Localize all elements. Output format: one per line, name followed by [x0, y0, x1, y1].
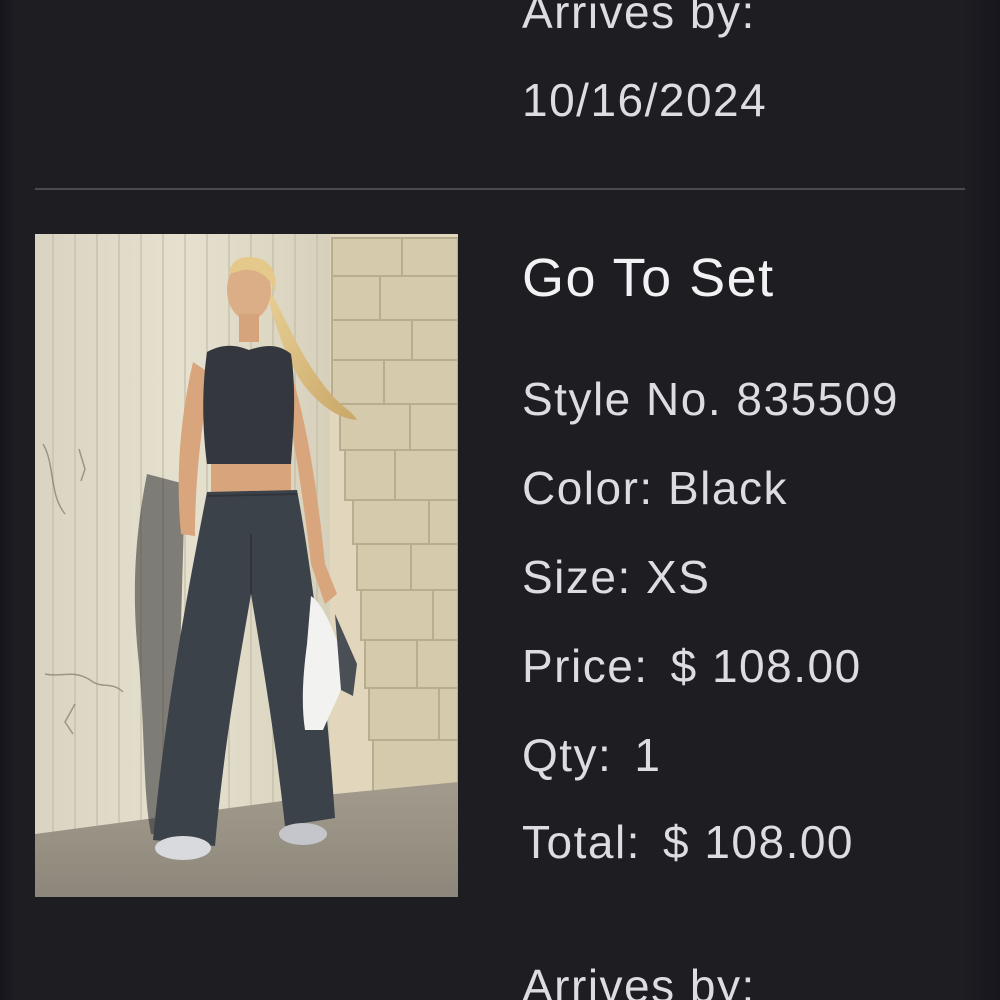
item-divider [35, 188, 965, 190]
total-label: Total: [522, 816, 641, 868]
quantity-row: Qty: 1 [522, 727, 661, 783]
style-number-row: Style No. 835509 [522, 371, 964, 427]
product-title[interactable]: Go To Set [522, 246, 775, 310]
color-value: Black [668, 462, 788, 514]
color-row: Color: Black [522, 460, 788, 516]
size-value: XS [646, 551, 711, 603]
previous-item-arrives-label: Arrives by: [522, 0, 756, 38]
quantity-label: Qty: [522, 729, 613, 781]
price-row: Price: $ 108.00 [522, 638, 862, 694]
color-label: Color: [522, 462, 654, 514]
previous-item-arrives-date: 10/16/2024 [522, 74, 768, 126]
screen-edge-right [964, 0, 1000, 1000]
quantity-value: 1 [634, 729, 662, 781]
price-label: Price: [522, 640, 649, 692]
screen-edge-left [0, 0, 16, 1000]
style-number-label: Style No. [522, 373, 723, 425]
price-value: $ 108.00 [670, 640, 862, 692]
size-label: Size: [522, 551, 632, 603]
product-photo-illustration [35, 234, 458, 897]
total-value: $ 108.00 [662, 816, 855, 868]
size-row: Size: XS [522, 549, 710, 605]
product-image[interactable] [35, 234, 458, 897]
order-items-card: Arrives by: 10/16/2024 Go To Set Style N… [16, 0, 965, 1000]
item-arrives-label: Arrives by: [522, 960, 756, 1000]
total-row: Total: $ 108.00 [522, 814, 854, 870]
style-number-value: 835509 [736, 373, 899, 425]
